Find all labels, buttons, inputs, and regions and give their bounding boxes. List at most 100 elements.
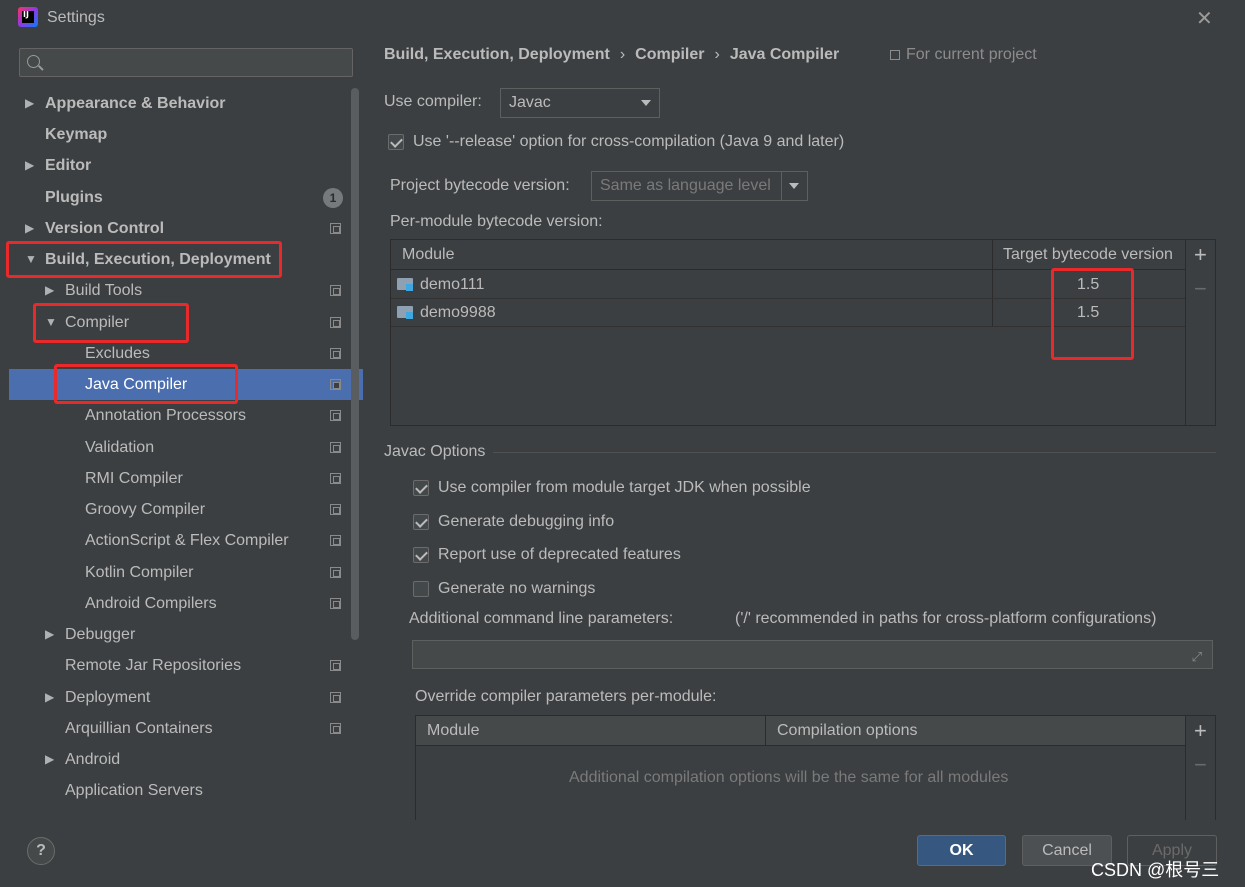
use-compiler-value: Javac [509,94,551,111]
close-icon[interactable]: ✕ [1196,6,1213,31]
expand-arrow-icon[interactable]: ▶ [45,744,54,775]
module-icon [397,306,413,319]
project-scope-icon [330,567,341,578]
project-scope-icon [890,50,900,60]
project-scope-icon [330,442,341,453]
tree-item-compiler[interactable]: ▼ Compiler [9,307,363,338]
expand-arrow-icon[interactable]: ▶ [45,619,54,650]
title-bar: IJ Settings ✕ [0,0,1245,36]
project-scope-icon [330,535,341,546]
column-header-target-version[interactable]: Target bytecode version [1003,240,1173,270]
table-header: Module Target bytecode version [391,240,1185,270]
debugging-info-checkbox[interactable] [413,514,429,530]
project-scope-icon [330,379,341,390]
release-option-checkbox[interactable] [388,134,404,150]
table-toolbar: + − [1185,240,1215,425]
ok-button[interactable]: OK [917,835,1006,866]
breadcrumb-item[interactable]: Compiler [635,46,704,63]
module-target-version[interactable]: 1.5 [1077,299,1099,327]
deprecated-features-checkbox[interactable] [413,547,429,563]
tree-item-keymap[interactable]: Keymap [9,119,363,150]
tree-item-appearance-behavior[interactable]: ▶ Appearance & Behavior [9,88,363,119]
tree-item-kotlin-compiler[interactable]: Kotlin Compiler [9,557,363,588]
expand-arrow-icon[interactable]: ▶ [45,682,54,713]
table-header: Module Compilation options [416,716,1185,746]
remove-icon[interactable]: − [1194,278,1207,300]
project-scope-icon [330,504,341,515]
expand-arrow-icon[interactable]: ▶ [25,150,34,181]
per-module-label: Per-module bytecode version: [390,213,603,230]
column-header-module[interactable]: Module [427,716,479,746]
module-name: demo111 [420,276,485,293]
tree-item-android-compilers[interactable]: Android Compilers [9,588,363,619]
intellij-logo-icon: IJ [18,7,38,27]
expand-arrow-icon[interactable]: ▶ [25,213,34,244]
tree-item-actionscript-flex-compiler[interactable]: ActionScript & Flex Compiler [9,525,363,556]
dialog-footer: ? OK Cancel Apply [0,820,1245,887]
tree-item-plugins[interactable]: Plugins 1 [9,182,363,213]
override-params-table: Module Compilation options Additional co… [415,715,1216,825]
expand-arrow-icon[interactable]: ▶ [45,275,54,306]
tree-item-excludes[interactable]: Excludes [9,338,363,369]
breadcrumb: Build, Execution, Deployment › Compiler › Ja… [384,46,839,64]
project-scope-icon [330,660,341,671]
settings-sidebar: ▶ Appearance & Behavior Keymap ▶ Editor … [6,36,363,820]
javac-options-title: Javac Options [384,443,486,460]
tree-item-editor[interactable]: ▶ Editor [9,150,363,181]
use-compiler-select[interactable]: Javac [500,88,660,118]
project-bytecode-value: Same as language level [600,177,771,194]
tree-item-version-control[interactable]: ▶ Version Control [9,213,363,244]
tree-item-java-compiler[interactable]: Java Compiler [9,369,363,400]
tree-item-rmi-compiler[interactable]: RMI Compiler [9,463,363,494]
tree-item-build-tools[interactable]: ▶ Build Tools [9,275,363,306]
per-module-table: Module Target bytecode version demo111 1… [390,239,1216,426]
tree-item-android[interactable]: ▶ Android [9,744,363,775]
scope-hint: For current project [890,46,1037,64]
collapse-arrow-icon[interactable]: ▼ [25,244,37,275]
tree-item-application-servers[interactable]: Application Servers [9,775,363,806]
override-empty-text: Additional compilation options will be t… [569,769,1009,786]
add-icon[interactable]: + [1194,244,1207,266]
no-warnings-checkbox[interactable] [413,581,429,597]
project-scope-icon [330,598,341,609]
additional-params-input[interactable]: ⤢ [412,640,1213,669]
help-button[interactable]: ? [27,837,55,865]
use-compiler-label: Use compiler: [384,93,482,110]
tree-item-build-execution-deployment[interactable]: ▼ Build, Execution, Deployment [9,244,363,275]
project-scope-icon [330,317,341,328]
module-icon [397,278,413,291]
table-toolbar: + − [1185,716,1215,824]
module-jdk-checkbox[interactable] [413,480,429,496]
breadcrumb-item[interactable]: Build, Execution, Deployment [384,46,610,63]
project-bytecode-label: Project bytecode version: [390,177,570,194]
module-target-version[interactable]: 1.5 [1077,271,1099,299]
project-scope-icon [330,223,341,234]
project-bytecode-select[interactable]: Same as language level [591,171,808,201]
search-input[interactable] [19,48,353,77]
module-jdk-label: Use compiler from module target JDK when… [438,479,811,496]
tree-item-remote-jar-repositories[interactable]: Remote Jar Repositories [9,650,363,681]
additional-params-label: Additional command line parameters: [409,610,674,627]
module-name: demo9988 [420,304,496,321]
tree-item-groovy-compiler[interactable]: Groovy Compiler [9,494,363,525]
expand-arrow-icon[interactable]: ▶ [25,88,34,119]
remove-icon[interactable]: − [1194,754,1207,776]
tree-item-validation[interactable]: Validation [9,432,363,463]
tree-item-debugger[interactable]: ▶ Debugger [9,619,363,650]
release-option-label: Use '--release' option for cross-compila… [413,133,845,150]
sidebar-scrollbar[interactable] [351,88,359,640]
column-header-compilation-options[interactable]: Compilation options [777,716,918,746]
chevron-down-icon [641,100,651,106]
table-row[interactable]: demo9988 1.5 [391,299,1185,327]
tree-item-annotation-processors[interactable]: Annotation Processors [9,400,363,431]
column-header-module[interactable]: Module [402,240,454,270]
settings-content: Build, Execution, Deployment › Compiler › Ja… [363,36,1245,825]
tree-item-arquillian-containers[interactable]: Arquillian Containers [9,713,363,744]
expand-icon[interactable]: ⤢ [1192,649,1202,665]
tree-item-deployment[interactable]: ▶ Deployment [9,682,363,713]
collapse-arrow-icon[interactable]: ▼ [45,307,57,338]
add-icon[interactable]: + [1194,720,1207,742]
table-row[interactable]: demo111 1.5 [391,271,1185,299]
debugging-info-label: Generate debugging info [438,513,615,530]
plugins-update-badge: 1 [323,188,343,208]
